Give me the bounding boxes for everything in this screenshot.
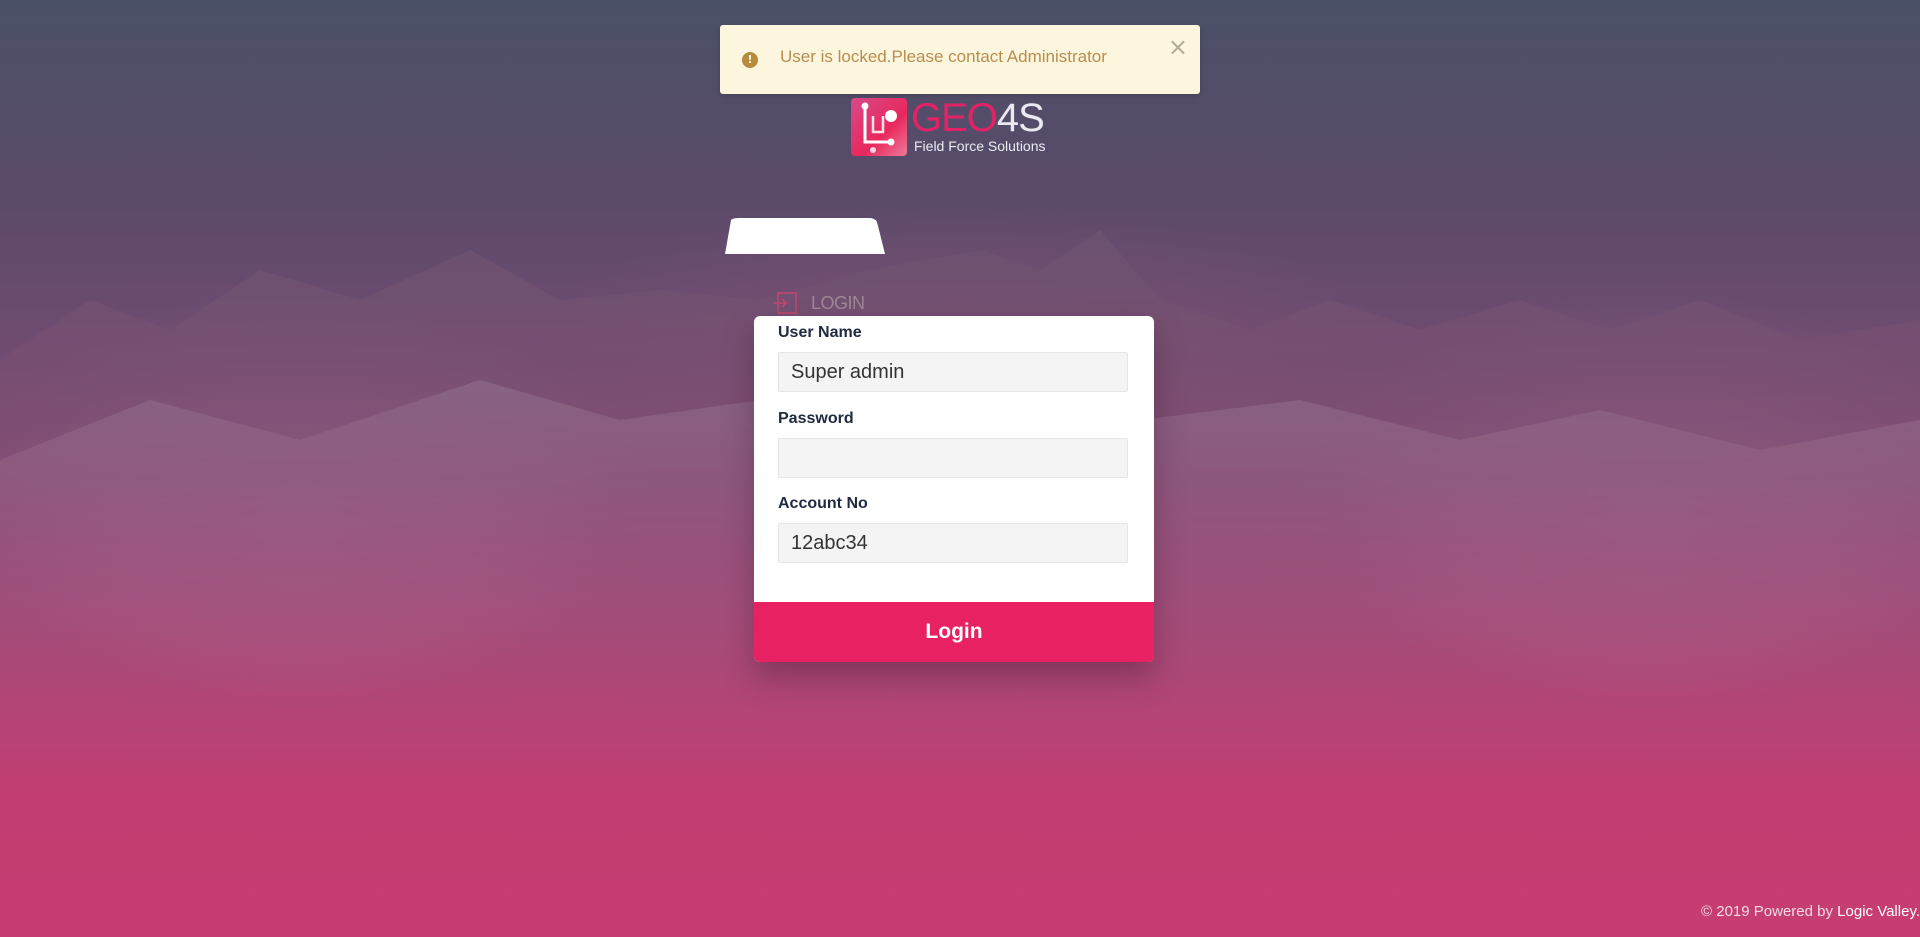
- password-label: Password: [778, 410, 854, 427]
- username-label: User Name: [778, 324, 862, 341]
- login-tab-label: LOGIN: [811, 292, 865, 313]
- logo-brand-main: GEO: [911, 96, 998, 140]
- sign-in-icon: [773, 292, 797, 314]
- password-input[interactable]: [778, 438, 1128, 478]
- circuit-logo-icon: [851, 98, 907, 156]
- geo4s-logo: GEO4S Field Force Solutions: [851, 98, 1056, 158]
- username-input[interactable]: [778, 352, 1128, 392]
- logo-tagline: Field Force Solutions: [914, 138, 1046, 154]
- login-tab[interactable]: [725, 218, 885, 254]
- alert-message: User is locked.Please contact Administra…: [780, 47, 1107, 66]
- locked-user-alert: ! User is locked.Please contact Administ…: [720, 25, 1200, 94]
- close-icon[interactable]: ×: [1168, 35, 1188, 59]
- login-card: User Name Password Account No Login: [754, 316, 1154, 662]
- account-input[interactable]: [778, 523, 1128, 563]
- logic-valley-link[interactable]: Logic Valley.: [1837, 903, 1920, 920]
- account-label: Account No: [778, 495, 868, 512]
- footer-text: © 2019 Powered by: [1701, 903, 1838, 920]
- login-tab-header: LOGIN: [773, 288, 865, 318]
- footer-credit: © 2019 Powered by Logic Valley.: [1701, 903, 1920, 920]
- logo-brand-text: GEO4S: [911, 96, 1045, 140]
- exclamation-circle-icon: !: [742, 52, 758, 68]
- login-button[interactable]: Login: [754, 602, 1154, 662]
- logo-brand-accent: 4S: [996, 96, 1045, 140]
